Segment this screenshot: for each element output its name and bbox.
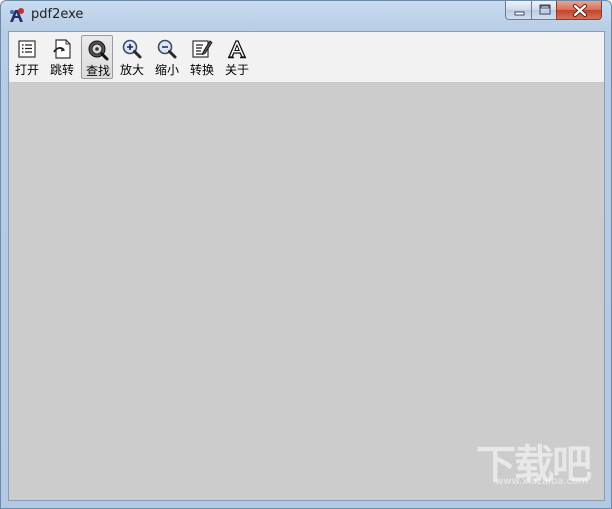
toolbar-convert-button[interactable]: 转换: [186, 35, 218, 79]
window-title: pdf2exe: [31, 7, 84, 22]
maximize-icon: [539, 4, 551, 15]
toolbar-find-button[interactable]: 查找: [81, 35, 113, 79]
toolbar-zoom-out-button[interactable]: 缩小: [151, 35, 183, 79]
app-logo-icon: [10, 8, 24, 22]
toolbar: 打开 跳转 查找 放大 缩小 转换 关于: [9, 32, 604, 83]
toolbar-goto-button[interactable]: 跳转: [46, 35, 78, 79]
watermark-url-text: www.xiazaiba.com: [495, 476, 588, 487]
watermark: 下载吧 www.xiazaiba.com: [464, 432, 594, 492]
toolbar-zoom-in-label: 放大: [119, 63, 144, 77]
toolbar-goto-label: 跳转: [49, 63, 74, 77]
about-font-icon: [228, 40, 246, 59]
document-view-area[interactable]: 下载吧 www.xiazaiba.com: [9, 83, 604, 500]
close-button[interactable]: [556, 1, 602, 20]
toolbar-open-button[interactable]: 打开: [11, 35, 43, 79]
minimize-icon: [514, 11, 525, 16]
find-disc-icon: [88, 40, 109, 61]
client-area: 打开 跳转 查找 放大 缩小 转换 关于 下载吧 www.xiazaiba.co…: [8, 31, 605, 501]
toolbar-about-button[interactable]: 关于: [221, 35, 253, 79]
toolbar-about-label: 关于: [224, 63, 249, 77]
zoom-in-icon: [122, 39, 142, 59]
maximize-button[interactable]: [531, 1, 557, 20]
open-list-icon: [18, 40, 36, 58]
convert-edit-icon: [192, 40, 213, 58]
app-window: pdf2exe 打开 跳转 查找 放大 缩小 转换 关于 下载吧 www.xia…: [0, 0, 612, 509]
zoom-out-icon: [157, 39, 177, 59]
toolbar-open-label: 打开: [14, 63, 39, 77]
toolbar-zoom-out-label: 缩小: [154, 63, 179, 77]
title-bar[interactable]: pdf2exe: [1, 1, 611, 29]
close-icon: [573, 4, 587, 17]
toolbar-zoom-in-button[interactable]: 放大: [116, 35, 148, 79]
minimize-button[interactable]: [505, 1, 532, 20]
toolbar-convert-label: 转换: [189, 63, 214, 77]
goto-page-icon: [53, 39, 71, 59]
